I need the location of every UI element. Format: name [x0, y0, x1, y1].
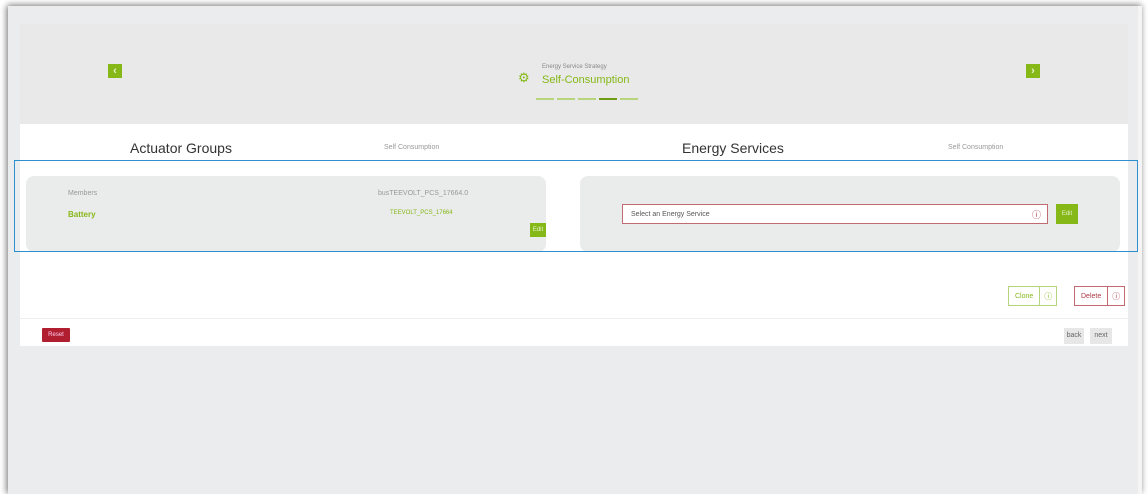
- step-indicator: [599, 98, 617, 100]
- info-icon[interactable]: ⓘ: [1107, 287, 1124, 305]
- clone-label: Clone: [1015, 292, 1034, 300]
- divider: [20, 318, 1128, 319]
- step-progress: [536, 98, 638, 100]
- delete-button[interactable]: Delete ⓘ: [1074, 286, 1126, 306]
- step-indicator: [536, 98, 554, 100]
- next-button[interactable]: next: [1090, 328, 1112, 344]
- step-indicator: [578, 98, 596, 100]
- step-indicator: [557, 98, 575, 100]
- prev-strategy-button[interactable]: ‹: [108, 64, 122, 78]
- selection-highlight: [14, 160, 1138, 252]
- reset-button[interactable]: Reset: [42, 328, 70, 342]
- energy-services-subtitle: Self Consumption: [948, 144, 1004, 151]
- strategy-header: ‹ ⚙ Energy Service Strategy Self-Consump…: [20, 24, 1128, 124]
- strategy-title: Self-Consumption: [542, 74, 630, 86]
- window-edge: [1138, 6, 1142, 494]
- back-button[interactable]: back: [1064, 328, 1084, 344]
- next-strategy-button[interactable]: ›: [1026, 64, 1040, 78]
- actuator-groups-subtitle: Self Consumption: [384, 144, 440, 151]
- strategy-label: Energy Service Strategy: [542, 64, 607, 70]
- gear-icon: ⚙: [518, 70, 530, 85]
- delete-label: Delete: [1081, 292, 1102, 300]
- actuator-groups-title: Actuator Groups: [130, 140, 232, 156]
- energy-services-title: Energy Services: [682, 140, 784, 156]
- chevron-left-icon: ‹: [113, 65, 117, 77]
- chevron-right-icon: ›: [1031, 65, 1035, 77]
- step-indicator: [620, 98, 638, 100]
- clone-button[interactable]: Clone ⓘ: [1008, 286, 1058, 306]
- info-icon[interactable]: ⓘ: [1039, 287, 1056, 305]
